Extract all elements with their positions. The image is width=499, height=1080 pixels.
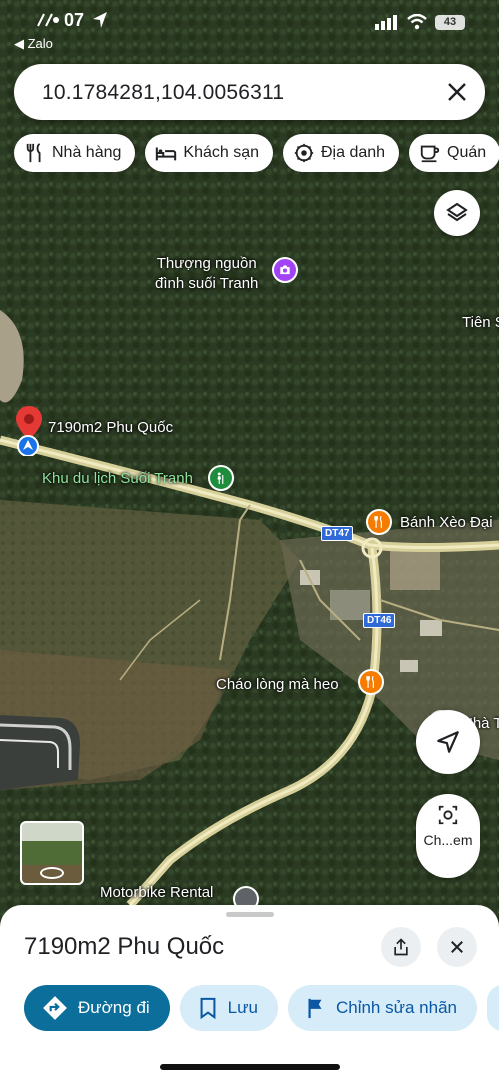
back-to-app-link[interactable]: ◀ Zalo — [14, 36, 53, 52]
label-motorbike[interactable]: Motorbike Rental — [100, 884, 213, 901]
search-bar[interactable]: 10.1784281,104.0056311 — [14, 64, 485, 120]
close-icon — [451, 941, 463, 953]
street-view-thumbnail[interactable] — [20, 821, 84, 885]
location-arrow-icon — [93, 12, 107, 28]
location-pin-icon[interactable] — [14, 404, 44, 456]
navigation-arrow-icon — [437, 731, 459, 753]
hotel-icon — [156, 147, 177, 161]
restaurant-poi-icon[interactable] — [366, 509, 392, 535]
restaurant-poi-icon-2[interactable] — [358, 669, 384, 695]
road-shield-dt46: DT46 — [363, 613, 396, 628]
place-actions: Đường đi Lưu Chỉnh sửa nhãn — [24, 985, 499, 1031]
category-chips: Nhà hàng Khách sạn Địa danh Quán — [14, 134, 499, 172]
status-bar: 07 ◀ Zalo 43 — [0, 0, 499, 56]
landmark-poi-icon[interactable] — [272, 257, 298, 283]
status-time: 07 — [64, 10, 85, 30]
label-banh-xeo[interactable]: Bánh Xèo Đại — [400, 514, 493, 531]
chip-hotels[interactable]: Khách sạn — [145, 134, 273, 172]
my-location-button[interactable] — [416, 710, 480, 774]
landmark-icon — [294, 143, 314, 163]
label-resort[interactable]: Khu du lịch Suối Tranh — [42, 470, 193, 487]
directions-label: Đường đi — [78, 998, 150, 1017]
label-chao-long[interactable]: Cháo lòng mà heo — [216, 676, 339, 693]
camera-button-label: Ch...em — [423, 832, 473, 848]
label-pin-name: 7190m2 Phu Quốc — [48, 419, 174, 436]
chip-label: Quán — [447, 144, 487, 161]
chip-label: Địa danh — [321, 144, 386, 161]
chip-landmarks[interactable]: Địa danh — [283, 134, 400, 172]
park-poi-icon[interactable] — [208, 465, 234, 491]
save-button[interactable]: Lưu — [179, 985, 278, 1031]
search-input[interactable]: 10.1784281,104.0056311 — [42, 81, 284, 105]
save-label: Lưu — [227, 998, 258, 1017]
camera-search-button[interactable]: Ch...em — [416, 794, 480, 878]
layers-icon — [446, 202, 468, 222]
chip-label: Nhà hàng — [52, 144, 122, 161]
place-title: 7190m2 Phu Quốc — [24, 933, 225, 960]
map-layers-button[interactable] — [434, 190, 480, 236]
cellular-signal-icon — [375, 15, 397, 30]
flag-icon — [308, 998, 322, 1019]
share-button[interactable] — [381, 927, 421, 967]
more-actions-button[interactable] — [487, 985, 499, 1031]
edit-label-text: Chỉnh sửa nhãn — [335, 998, 457, 1017]
coffee-icon — [420, 145, 440, 163]
chip-cafes[interactable]: Quán — [409, 134, 499, 172]
chip-label: Khách sạn — [183, 144, 259, 161]
directions-icon — [43, 996, 67, 1020]
share-icon — [394, 938, 408, 956]
edit-label-button[interactable]: Chỉnh sửa nhãn — [287, 985, 477, 1031]
camera-scan-icon — [438, 805, 458, 825]
battery-indicator: 43 — [435, 14, 465, 30]
rotate-360-icon — [40, 867, 64, 879]
notification-icons — [36, 12, 60, 31]
restaurant-icon — [26, 143, 41, 163]
directions-button[interactable]: Đường đi — [24, 985, 170, 1031]
close-icon[interactable] — [443, 78, 471, 106]
road-shield-dt47: DT47 — [321, 526, 354, 541]
bookmark-icon — [200, 997, 216, 1019]
sheet-drag-handle[interactable] — [226, 912, 274, 917]
label-tien: Tiên S — [462, 314, 499, 331]
wifi-icon — [407, 14, 427, 30]
close-sheet-button[interactable] — [437, 927, 477, 967]
label-upstream-poi[interactable]: Thượng nguồn đình suối Tranh — [155, 254, 258, 294]
chip-restaurants[interactable]: Nhà hàng — [14, 134, 136, 172]
home-indicator — [160, 1064, 340, 1070]
